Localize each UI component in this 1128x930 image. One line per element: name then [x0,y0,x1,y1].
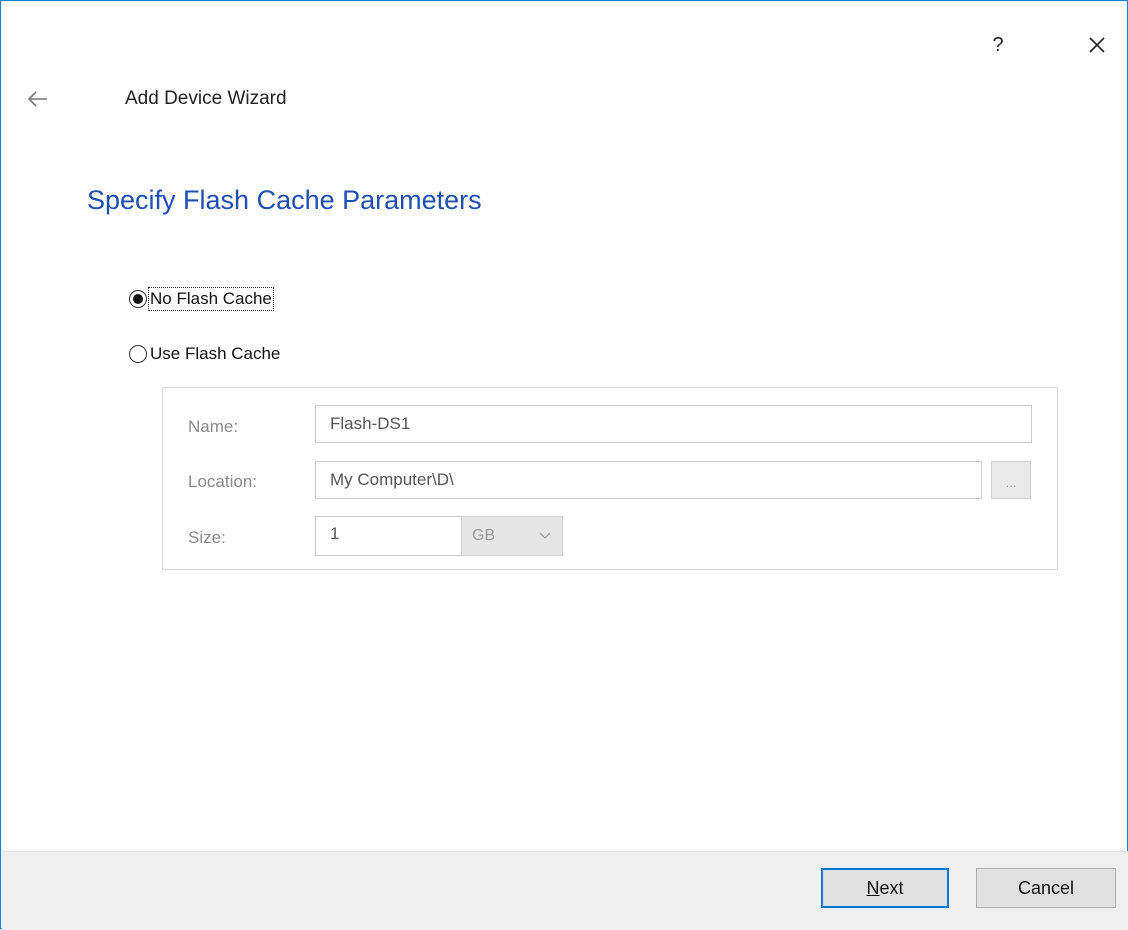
back-button[interactable] [25,86,51,112]
next-button[interactable]: Next [821,868,949,908]
name-label: Name: [188,417,239,436]
close-icon [1089,37,1105,53]
no-flash-cache-label[interactable]: No Flash Cache [148,287,274,311]
close-button[interactable] [1082,30,1112,60]
cancel-button[interactable]: Cancel [976,868,1116,908]
size-unit-value: GB [472,527,496,544]
chevron-down-icon [539,532,551,539]
size-field[interactable]: 1 [315,516,462,556]
help-button[interactable]: ? [986,31,1010,59]
wizard-footer: Next Cancel [2,851,1128,930]
browse-button[interactable]: ... [991,461,1031,499]
use-flash-cache-option[interactable]: Use Flash Cache [129,344,280,364]
no-flash-cache-radio[interactable] [129,290,147,308]
location-field[interactable]: My Computer\D\ [315,461,982,499]
page-heading: Specify Flash Cache Parameters [87,185,482,215]
size-label: Size: [188,528,226,547]
wizard-title: Add Device Wizard [125,88,287,109]
arrow-left-icon [27,91,47,107]
name-field[interactable]: Flash-DS1 [315,405,1032,443]
location-label: Location: [188,472,257,491]
wizard-window: ? Add Device Wizard Specify Flash Cache … [0,0,1128,930]
size-unit-select[interactable]: GB [461,516,563,556]
no-flash-cache-option[interactable]: No Flash Cache [129,287,274,311]
use-flash-cache-radio[interactable] [129,345,147,363]
use-flash-cache-label[interactable]: Use Flash Cache [150,344,280,364]
